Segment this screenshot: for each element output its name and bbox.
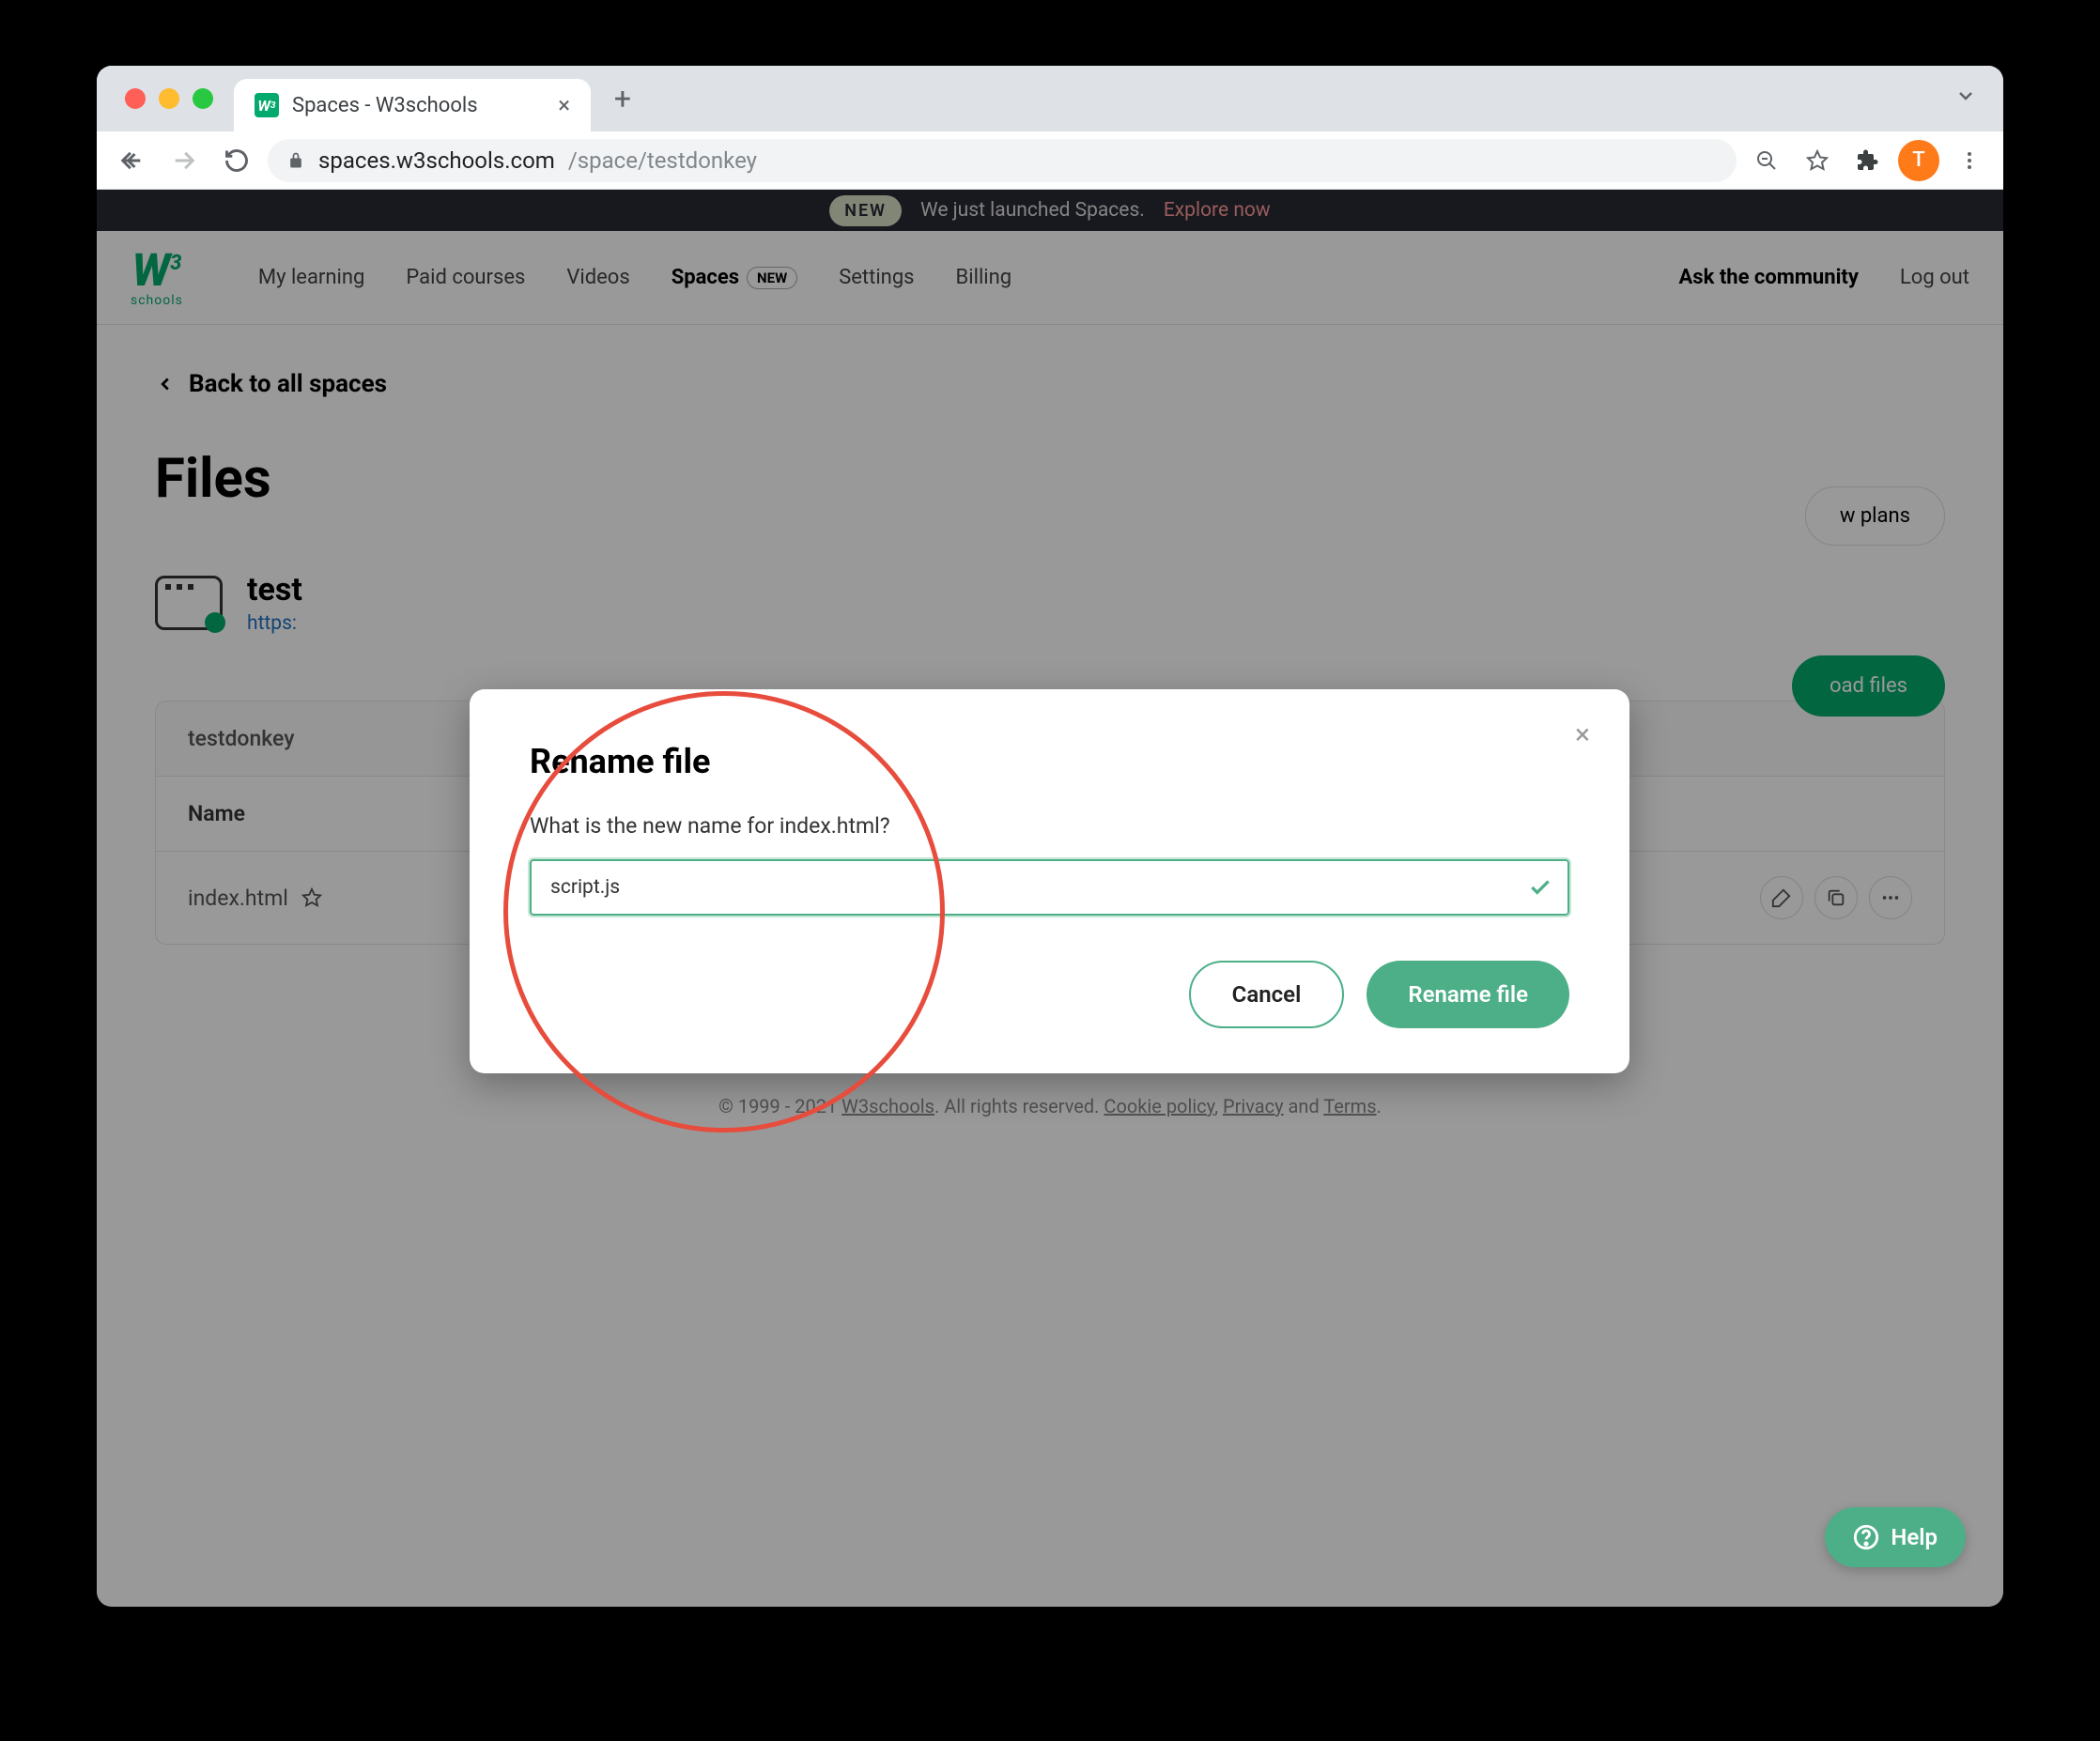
- modal-title: Rename file: [530, 742, 1569, 781]
- rename-confirm-button[interactable]: Rename file: [1367, 961, 1569, 1028]
- url-path: /space/testdonkey: [568, 147, 757, 174]
- url-input[interactable]: spaces.w3schools.com/space/testdonkey: [268, 139, 1737, 182]
- forward-button[interactable]: [162, 139, 206, 182]
- browser-window: W3 Spaces - W3schools × + spaces.w3schoo…: [97, 66, 2003, 1607]
- close-window-button[interactable]: [125, 88, 146, 109]
- favicon: W3: [255, 93, 279, 117]
- extensions-icon[interactable]: [1847, 140, 1889, 181]
- rename-file-modal: × Rename file What is the new name for i…: [470, 689, 1629, 1073]
- help-icon: [1853, 1524, 1879, 1550]
- maximize-window-button[interactable]: [193, 88, 213, 109]
- address-bar: spaces.w3schools.com/space/testdonkey T: [97, 131, 2003, 190]
- help-button[interactable]: Help: [1825, 1507, 1966, 1567]
- profile-avatar[interactable]: T: [1898, 140, 1939, 181]
- zoom-icon[interactable]: [1746, 140, 1787, 181]
- cancel-button[interactable]: Cancel: [1189, 961, 1345, 1028]
- page-content: NEW We just launched Spaces. Explore now…: [97, 190, 2003, 1607]
- kebab-menu-icon[interactable]: [1949, 140, 1990, 181]
- new-tab-button[interactable]: +: [602, 81, 643, 116]
- lock-icon: [286, 151, 305, 170]
- tab-title: Spaces - W3schools: [292, 94, 478, 117]
- back-button[interactable]: [110, 139, 153, 182]
- url-domain: spaces.w3schools.com: [318, 147, 555, 174]
- close-tab-icon[interactable]: ×: [558, 92, 570, 118]
- tab-strip: W3 Spaces - W3schools × +: [97, 66, 2003, 131]
- reload-button[interactable]: [215, 139, 258, 182]
- tab-chevron-icon[interactable]: [1954, 85, 1977, 111]
- checkmark-icon: [1528, 875, 1552, 900]
- browser-tab[interactable]: W3 Spaces - W3schools ×: [234, 79, 591, 131]
- modal-question: What is the new name for index.html?: [530, 813, 1569, 839]
- bookmark-icon[interactable]: [1797, 140, 1838, 181]
- window-controls: [125, 88, 213, 109]
- close-modal-button[interactable]: ×: [1564, 716, 1601, 753]
- filename-input[interactable]: [530, 859, 1569, 916]
- minimize-window-button[interactable]: [159, 88, 179, 109]
